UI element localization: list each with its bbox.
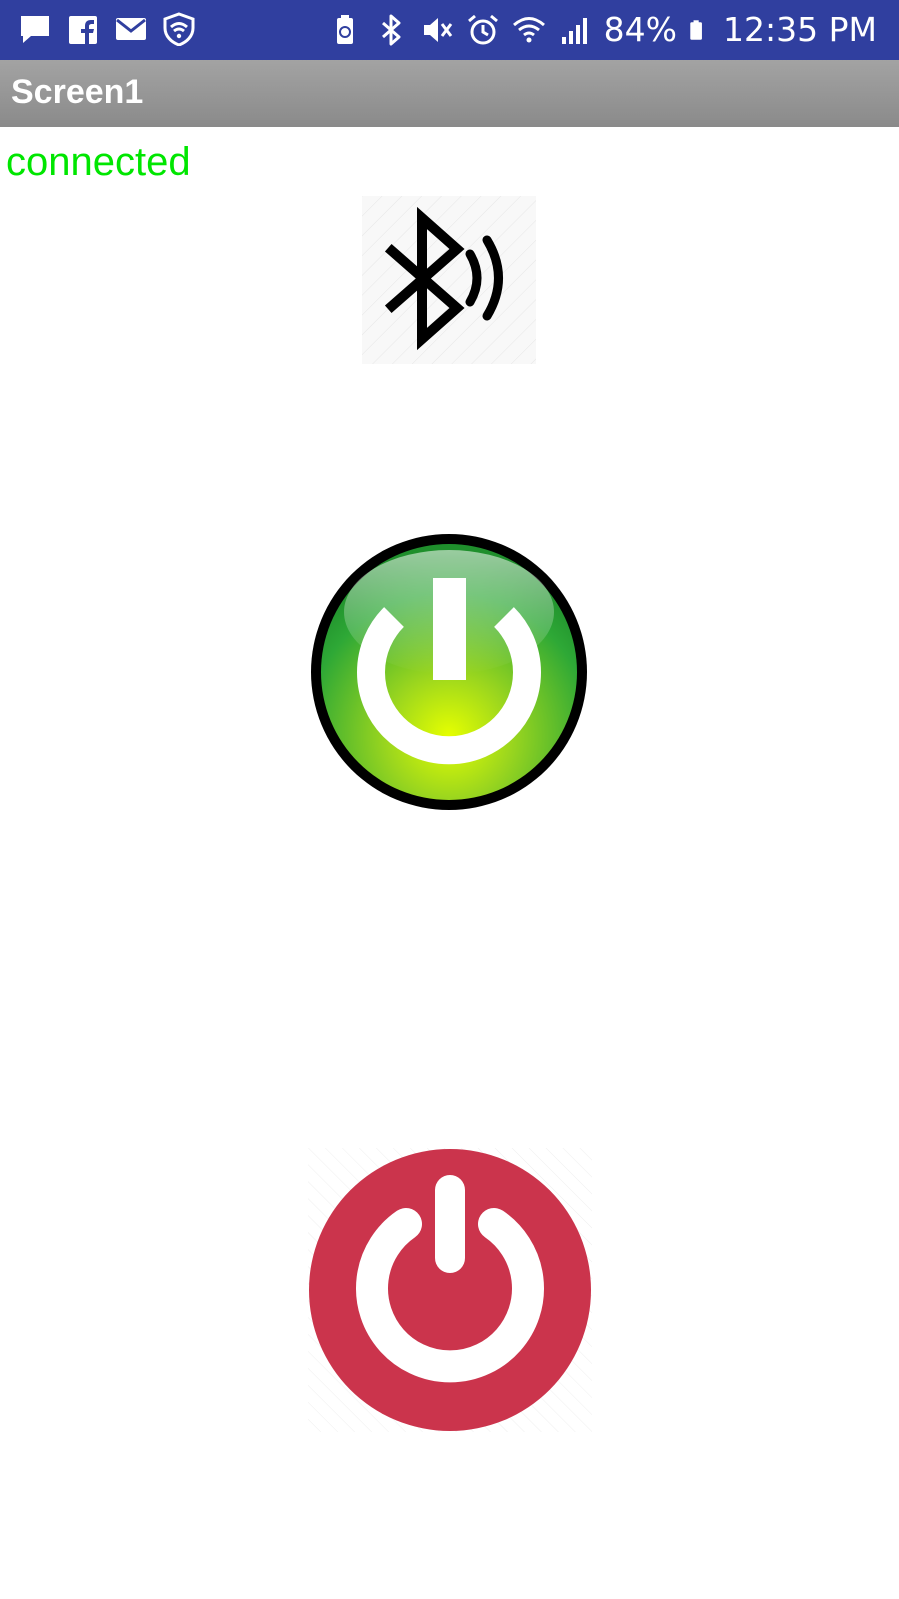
screen-title: Screen1: [11, 73, 144, 111]
status-left-icons: [18, 12, 196, 46]
bluetooth-connect-icon: [362, 196, 536, 364]
app-screen: 84% 12:35 PM Screen1 connected: [0, 0, 899, 1599]
power-on-button[interactable]: [309, 532, 589, 812]
status-bar: 84% 12:35 PM: [0, 0, 899, 60]
connection-status-label: connected: [6, 140, 191, 184]
power-off-red-icon: [308, 1148, 592, 1432]
battery-saver-icon: [336, 15, 353, 44]
battery-percent: 84%: [603, 10, 678, 49]
mail-icon: [116, 18, 146, 40]
shield-wifi-icon: [163, 12, 195, 46]
clock: 12:35 PM: [723, 10, 877, 49]
alarm-icon: [467, 14, 498, 45]
message-icon: [21, 16, 49, 43]
title-bar: Screen1: [0, 60, 899, 127]
battery-icon: [690, 20, 702, 40]
power-off-button[interactable]: [308, 1148, 592, 1432]
bluetooth-connect-button[interactable]: [362, 196, 536, 364]
wifi-icon: [512, 17, 545, 43]
facebook-icon: [69, 16, 97, 44]
bluetooth-icon: [381, 14, 401, 46]
power-on-green-icon: [311, 534, 587, 810]
status-right-icons: 84% 12:35 PM: [328, 10, 877, 50]
signal-icon: [561, 18, 587, 44]
mute-icon: [423, 18, 452, 42]
